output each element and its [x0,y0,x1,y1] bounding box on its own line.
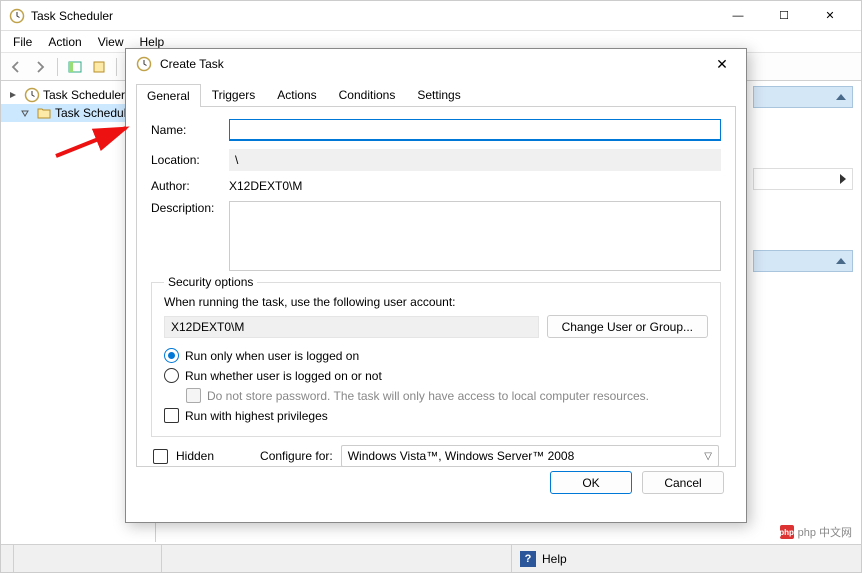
configure-for-select[interactable]: Windows Vista™, Windows Server™ 2008 ▽ [341,445,719,467]
configure-for-value: Windows Vista™, Windows Server™ 2008 [348,449,575,463]
tabstrip: General Triggers Actions Conditions Sett… [136,83,736,107]
status-pane-1 [13,545,161,572]
watermark-text: php 中文网 [798,524,852,540]
change-user-button[interactable]: Change User or Group... [547,315,708,338]
folder-icon [36,105,52,121]
tab-conditions[interactable]: Conditions [328,83,407,106]
chevron-down-icon: ▽ [704,451,712,462]
radio-logged-on-label: Run only when user is logged on [185,349,359,363]
actions-header[interactable] [753,86,853,108]
actions-pane [753,86,853,332]
expand-right-icon [840,174,846,184]
security-user-box: X12DEXT0\M [164,316,539,338]
highest-priv-label: Run with highest privileges [185,409,328,423]
tree-library-label: Task Schedule [55,106,133,120]
dialog-titlebar[interactable]: Create Task ✕ [126,49,746,79]
tab-settings[interactable]: Settings [406,83,471,106]
menu-action[interactable]: Action [40,33,89,51]
nav-forward-button[interactable] [29,56,51,78]
radio-logged-on[interactable] [164,348,179,363]
watermark: php php 中文网 [774,523,858,541]
highest-priv-checkbox[interactable] [164,408,179,423]
toolbar-separator [116,58,117,76]
security-legend: Security options [164,275,257,289]
no-store-pw-label: Do not store password. The task will onl… [207,389,649,403]
configure-for-label: Configure for: [260,449,333,463]
tab-actions[interactable]: Actions [266,83,327,106]
actions-expand-row[interactable] [753,168,853,190]
dialog-title: Create Task [160,57,708,71]
hidden-label: Hidden [176,449,214,463]
dialog-close-button[interactable]: ✕ [708,56,736,73]
app-icon [9,8,25,24]
toolbar-separator [57,58,58,76]
author-label: Author: [151,179,229,193]
name-label: Name: [151,123,229,137]
collapse-up-icon [836,258,846,264]
tab-general[interactable]: General [136,84,201,107]
scheduler-icon [24,87,40,103]
hidden-checkbox[interactable] [153,449,168,464]
minimize-button[interactable]: — [715,1,761,31]
create-task-dialog: Create Task ✕ General Triggers Actions C… [125,48,747,523]
expand-icon[interactable] [5,87,21,103]
radio-not-logged[interactable] [164,368,179,383]
actions-header-2[interactable] [753,250,853,272]
window-title: Task Scheduler [31,9,715,23]
status-pane-2 [161,545,511,572]
description-input[interactable] [229,201,721,271]
security-options-group: Security options When running the task, … [151,282,721,437]
dialog-icon [136,56,152,72]
tab-general-panel: Name: Location: \ Author: X12DEXT0\M Des… [136,107,736,467]
no-store-pw-row: Do not store password. The task will onl… [186,388,708,403]
location-label: Location: [151,153,229,167]
security-prompt: When running the task, use the following… [164,295,708,309]
status-help[interactable]: ? Help [511,545,861,572]
location-value: \ [229,149,721,171]
show-hide-console-button[interactable] [64,56,86,78]
maximize-button[interactable]: ☐ [761,1,807,31]
help-icon: ? [520,551,536,567]
statusbar: ? Help [1,544,861,572]
description-label: Description: [151,201,229,215]
cancel-button[interactable]: Cancel [642,471,724,494]
no-store-pw-checkbox [186,388,201,403]
collapse-up-icon [836,94,846,100]
tab-triggers[interactable]: Triggers [201,83,267,106]
titlebar: Task Scheduler — ☐ ✕ [1,1,861,31]
radio-not-logged-label: Run whether user is logged on or not [185,369,382,383]
radio-logged-on-row[interactable]: Run only when user is logged on [164,348,708,363]
window-controls: — ☐ ✕ [715,1,853,31]
properties-button[interactable] [88,56,110,78]
radio-not-logged-row[interactable]: Run whether user is logged on or not [164,368,708,383]
highest-priv-row[interactable]: Run with highest privileges [164,408,708,423]
name-input[interactable] [229,119,721,141]
expand-icon[interactable] [17,105,33,121]
menu-file[interactable]: File [5,33,40,51]
ok-button[interactable]: OK [550,471,632,494]
status-help-label: Help [542,552,567,566]
close-button[interactable]: ✕ [807,1,853,31]
watermark-logo: php [780,525,794,539]
nav-back-button[interactable] [5,56,27,78]
author-value: X12DEXT0\M [229,179,721,193]
